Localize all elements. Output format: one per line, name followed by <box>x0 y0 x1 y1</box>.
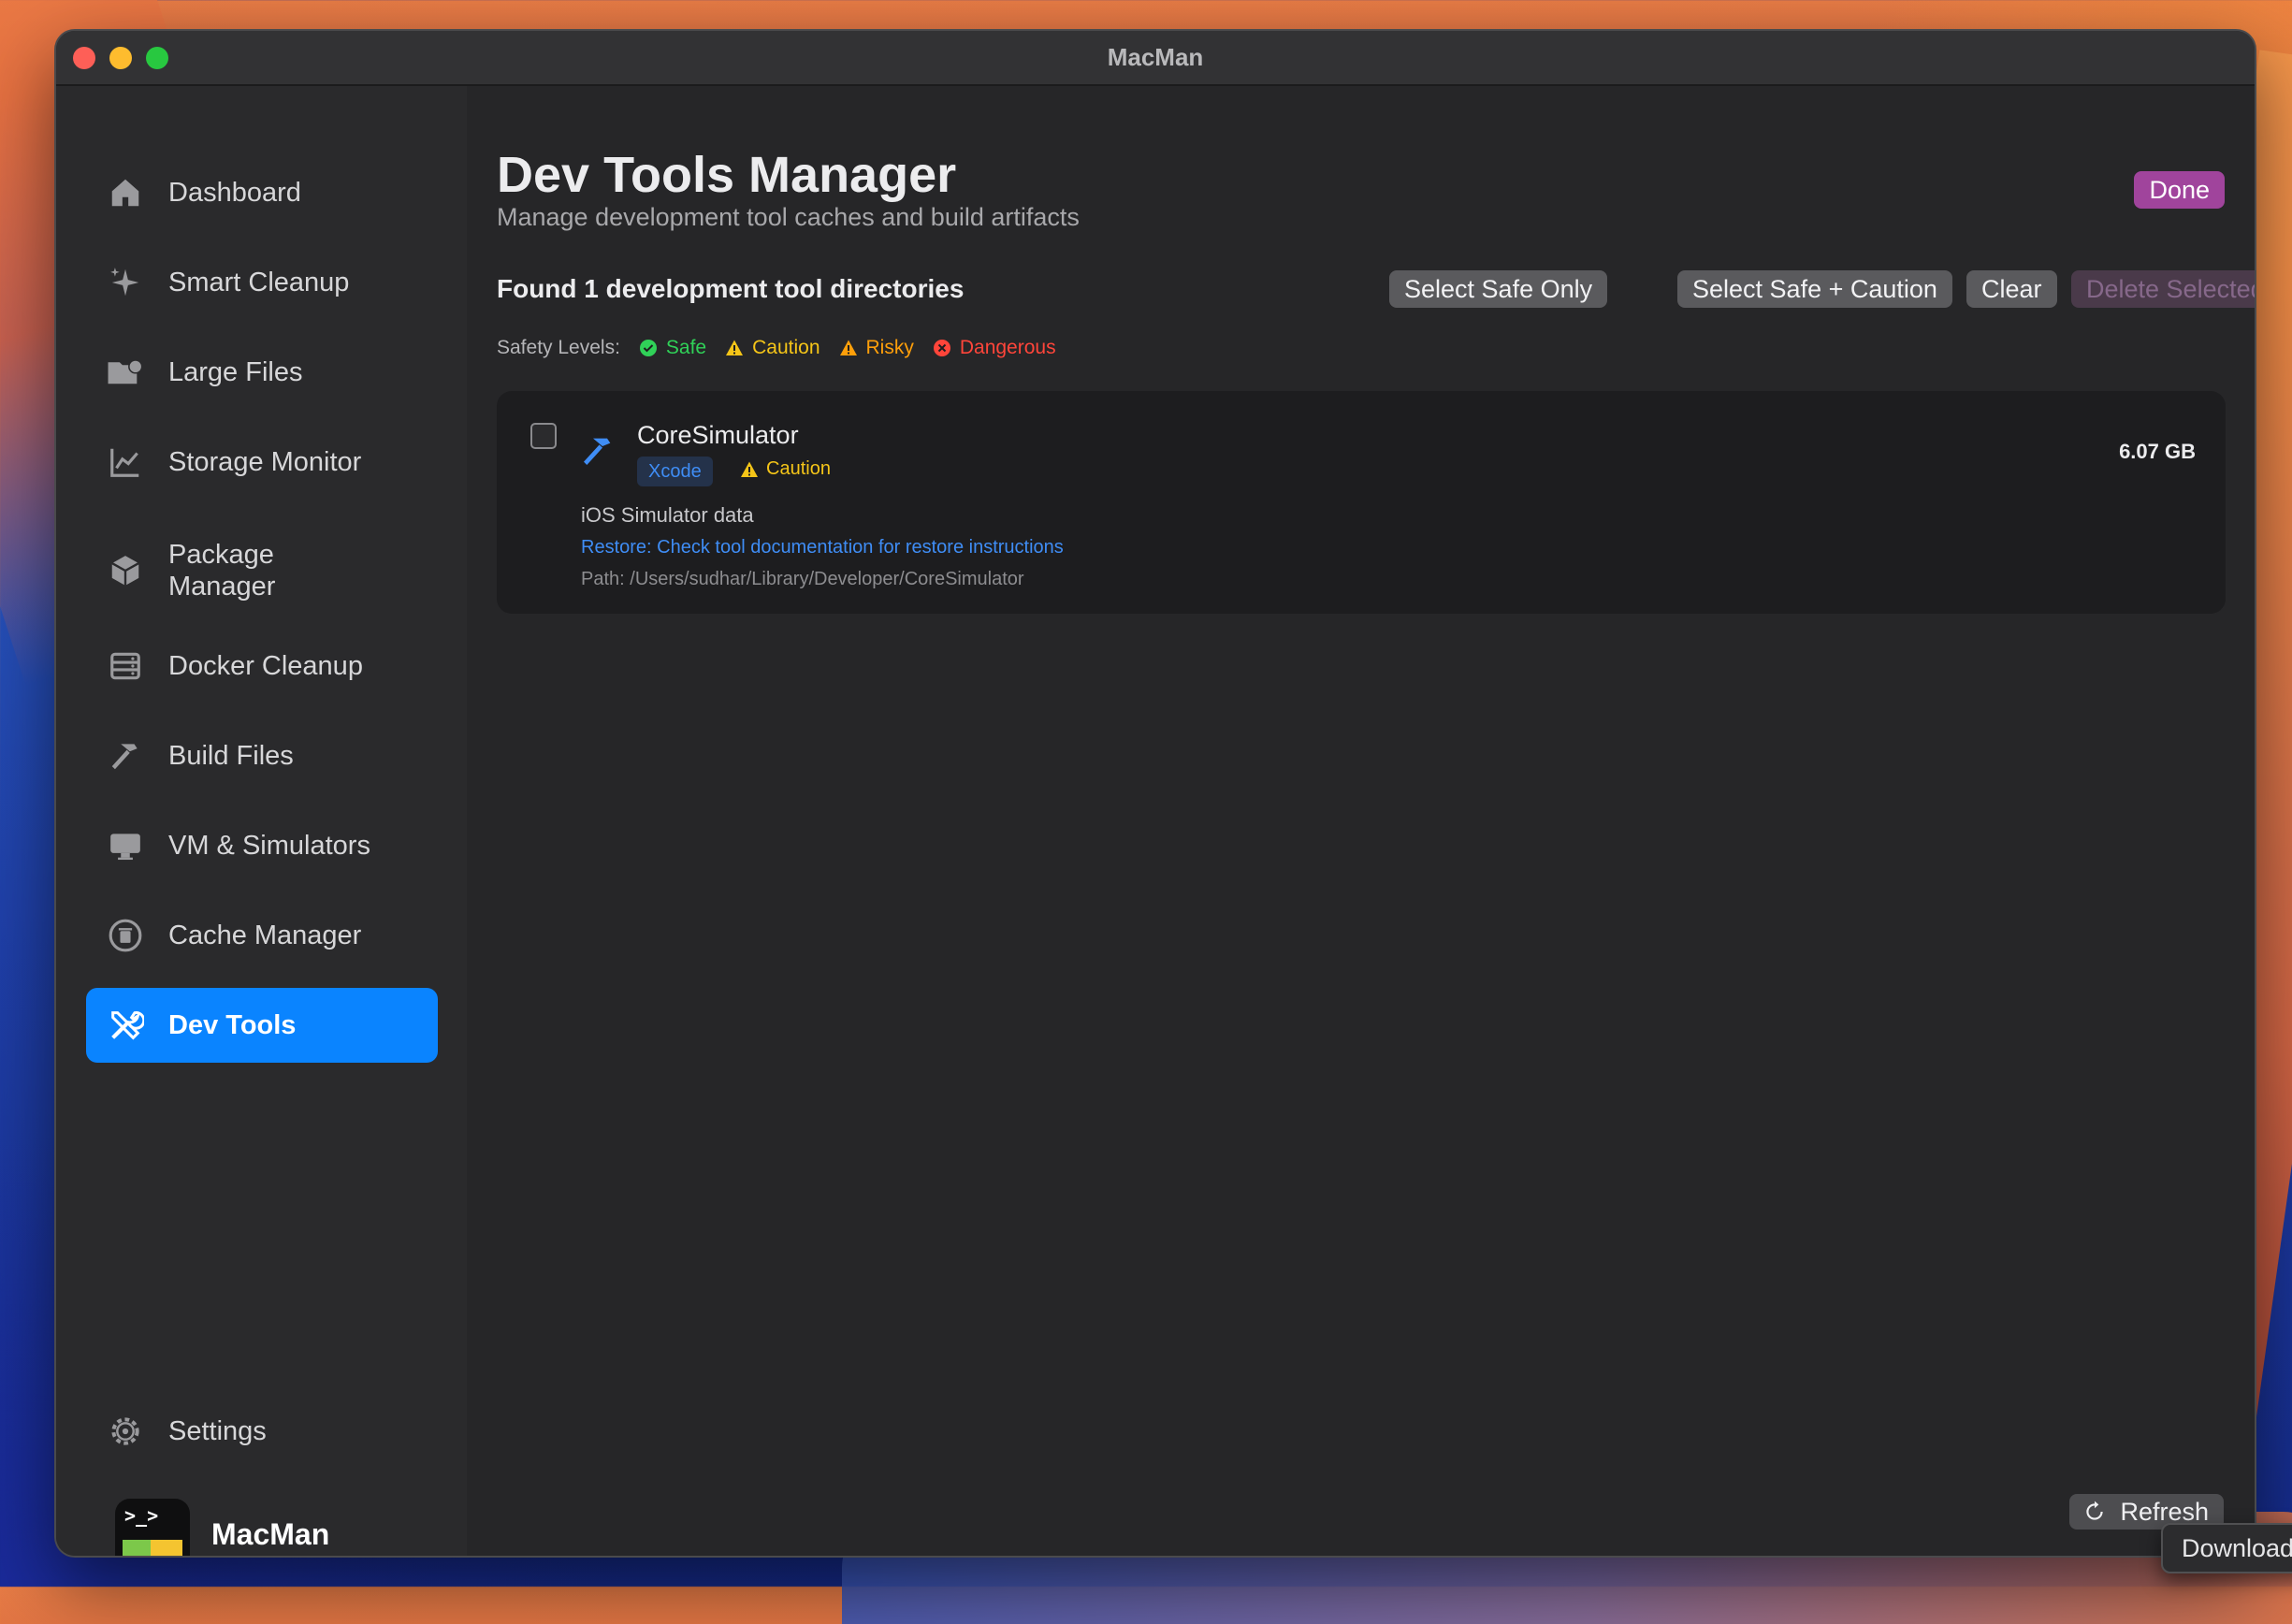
x-circle-icon <box>933 339 951 357</box>
sidebar-item-label: Build Files <box>168 741 294 771</box>
safety-level-dangerous: Dangerous <box>933 337 1056 359</box>
sidebar-item-docker-cleanup[interactable]: Docker Cleanup <box>86 629 438 703</box>
chart-line-icon <box>107 443 144 481</box>
wrench-screwdriver-icon <box>107 1007 144 1044</box>
sidebar-item-label: Dashboard <box>168 178 301 208</box>
app-window: MacMan Dashboard Smart Cleanup Large Fil… <box>56 31 2255 1556</box>
clear-button[interactable]: Clear <box>1966 270 2057 308</box>
sidebar-item-vm-simulators[interactable]: VM & Simulators <box>86 808 438 883</box>
safety-badge-label: Caution <box>766 458 831 479</box>
warning-triangle-icon <box>725 339 744 357</box>
item-description: iOS Simulator data <box>581 503 754 527</box>
safety-level-caution: Caution <box>725 337 820 359</box>
window-title: MacMan <box>1107 43 1204 71</box>
hammer-icon <box>579 432 617 470</box>
hammer-icon <box>107 737 144 775</box>
item-restore-info: Restore: Check tool documentation for re… <box>581 537 1064 558</box>
warning-triangle-icon <box>839 339 858 357</box>
warning-triangle-icon <box>741 461 758 477</box>
safety-level-safe: Safe <box>639 337 706 359</box>
app-name: MacMan <box>211 1517 330 1551</box>
gear-icon <box>107 1413 144 1450</box>
sidebar-item-package-manager[interactable]: Package Manager <box>86 524 438 617</box>
sidebar: Dashboard Smart Cleanup Large Files Stor… <box>56 86 467 1556</box>
safety-legend: Safety Levels: Safe Caution Risky Danger… <box>497 337 1056 359</box>
folder-badge-icon <box>107 354 144 391</box>
house-icon <box>107 174 144 211</box>
sidebar-item-settings[interactable]: Settings <box>86 1394 438 1469</box>
sidebar-item-large-files[interactable]: Large Files <box>86 335 438 410</box>
item-name: CoreSimulator <box>637 421 799 449</box>
settings-label: Settings <box>168 1416 267 1446</box>
found-count-text: Found 1 development tool directories <box>497 274 965 303</box>
delete-selected-button[interactable]: Delete Selected <box>2071 270 2255 308</box>
app-logo-prompt: >_> <box>124 1504 159 1527</box>
list-item: CoreSimulator Xcode Caution iOS Simulato… <box>497 391 2226 614</box>
safety-legend-label: Safety Levels: <box>497 337 620 358</box>
sidebar-item-label: Smart Cleanup <box>168 268 350 297</box>
select-safe-only-button[interactable]: Select Safe Only <box>1389 270 1608 308</box>
refresh-icon <box>2086 1501 2104 1520</box>
sidebar-item-smart-cleanup[interactable]: Smart Cleanup <box>86 245 438 320</box>
desktop-computer-icon <box>107 827 144 864</box>
title-bar: MacMan <box>56 31 2255 86</box>
trash-circle-icon <box>107 917 144 954</box>
item-path: Path: /Users/sudhar/Library/Developer/Co… <box>581 569 1024 589</box>
page-subtitle: Manage development tool caches and build… <box>497 203 1080 231</box>
tooltip: Download <box>2161 1523 2292 1573</box>
sidebar-item-storage-monitor[interactable]: Storage Monitor <box>86 425 438 500</box>
item-checkbox[interactable] <box>530 423 557 449</box>
sidebar-item-build-files[interactable]: Build Files <box>86 718 438 793</box>
tool-tag: Xcode <box>637 457 713 486</box>
app-logo: >_> <box>115 1499 190 1556</box>
select-safe-caution-button[interactable]: Select Safe + Caution <box>1677 270 1952 308</box>
refresh-label: Refresh <box>2120 1497 2209 1526</box>
sidebar-item-dev-tools[interactable]: Dev Tools <box>86 988 438 1063</box>
page-title: Dev Tools Manager <box>497 147 957 203</box>
sidebar-item-label: Dev Tools <box>168 1010 297 1040</box>
main-content: Dev Tools Manager Manage development too… <box>467 86 2255 1556</box>
checkmark-circle-icon <box>639 339 658 357</box>
safety-badge: Caution <box>740 458 831 480</box>
sidebar-item-label: Storage Monitor <box>168 447 362 477</box>
shipping-box-icon <box>107 552 144 589</box>
sidebar-item-label: Docker Cleanup <box>168 651 363 681</box>
item-size: 6.07 GB <box>2119 440 2196 463</box>
done-button[interactable]: Done <box>2134 171 2225 209</box>
sidebar-item-cache-manager[interactable]: Cache Manager <box>86 898 438 973</box>
safety-level-risky: Risky <box>839 337 914 359</box>
sidebar-item-label: VM & Simulators <box>168 831 370 861</box>
sparkles-icon <box>107 264 144 301</box>
sidebar-item-label: Large Files <box>168 357 303 387</box>
sidebar-item-label: Cache Manager <box>168 921 362 950</box>
sidebar-item-label: Package Manager <box>168 540 276 602</box>
server-rack-icon <box>107 647 144 685</box>
sidebar-item-dashboard[interactable]: Dashboard <box>86 155 438 230</box>
